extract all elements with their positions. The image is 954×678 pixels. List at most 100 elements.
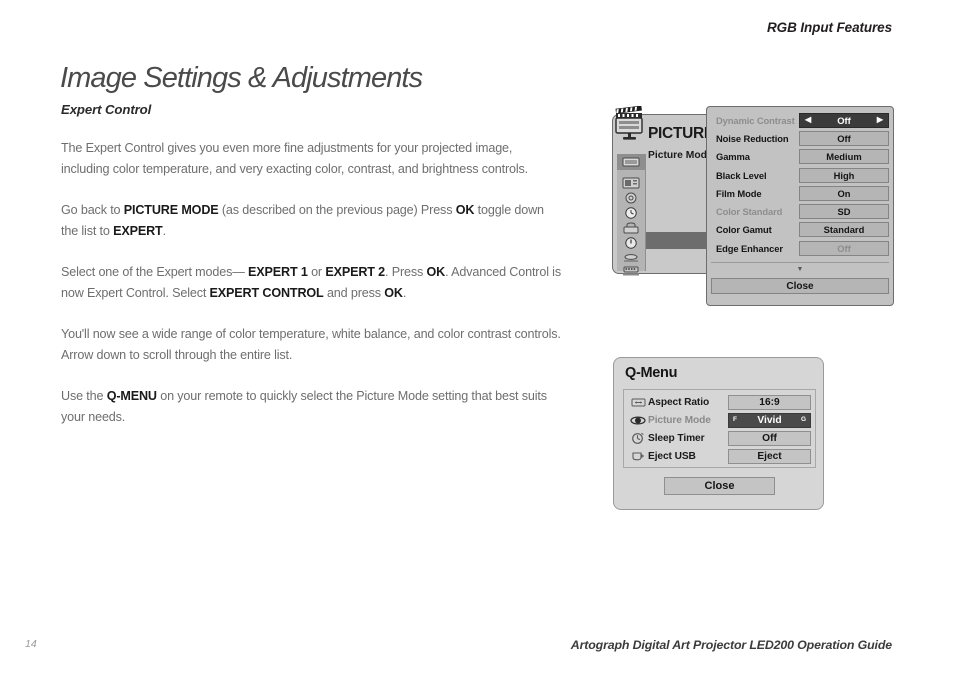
p3-text-f: and press bbox=[323, 285, 385, 300]
p3-text-a: Select one of the Expert modes— bbox=[61, 265, 249, 279]
osd-row-label: Color Gamut bbox=[716, 224, 772, 236]
lock-setup-icon[interactable] bbox=[622, 221, 642, 234]
eye-picture-mode-icon bbox=[628, 414, 648, 426]
osd-row-value[interactable]: Medium bbox=[799, 149, 889, 165]
p3-text-c: or bbox=[307, 265, 326, 279]
osd-category-rail[interactable] bbox=[617, 154, 646, 276]
osd-row[interactable]: Color Standard SD bbox=[711, 202, 889, 220]
osd-row-value[interactable]: Off bbox=[799, 130, 889, 146]
paragraph-1: The Expert Control gives you even more f… bbox=[61, 138, 561, 179]
qmenu-row-value-text: Off bbox=[762, 432, 777, 444]
qmenu-rows: Aspect Ratio 16:9 Picture Mode F G Vivid Sleep… bbox=[623, 389, 816, 468]
p3-text-d: . Press bbox=[385, 265, 427, 279]
qmenu-row-value[interactable]: 16:9 bbox=[728, 394, 811, 410]
paragraph-1-text: The Expert Control gives you even more f… bbox=[61, 141, 529, 176]
osd-row-value[interactable]: SD bbox=[799, 204, 889, 220]
timer-icon[interactable] bbox=[622, 206, 642, 219]
qmenu-close-button[interactable]: Close bbox=[664, 477, 775, 495]
qmenu-row-label: Aspect Ratio bbox=[648, 396, 710, 408]
osd-row-value-text: High bbox=[833, 169, 855, 181]
paragraph-4: You'll now see a wide range of color tem… bbox=[61, 324, 561, 365]
qmenu-row[interactable]: Eject USB Eject bbox=[628, 448, 811, 466]
p2-bold-ok: OK bbox=[455, 203, 475, 217]
osd-row-label: Noise Reduction bbox=[716, 132, 789, 144]
qmenu-row-label: Eject USB bbox=[648, 451, 696, 463]
osd-row-value[interactable]: On bbox=[799, 185, 889, 201]
screen-audio-icon[interactable] bbox=[622, 176, 642, 189]
film-clapperboard-icon bbox=[615, 105, 645, 142]
aspect-ratio-icon bbox=[628, 396, 648, 408]
qmenu-row[interactable]: Aspect Ratio 16:9 bbox=[628, 393, 811, 411]
osd-row[interactable]: Gamma Medium bbox=[711, 148, 889, 166]
paragraph-5: Use the Q-MENU on your remote to quickly… bbox=[61, 386, 561, 427]
osd-row-label: Color Standard bbox=[716, 206, 783, 218]
p3-bold-expert-control: EXPERT CONTROL bbox=[209, 285, 324, 300]
rail-item-picture[interactable] bbox=[617, 154, 645, 170]
osd-row[interactable]: Film Mode On bbox=[711, 184, 889, 202]
qmenu-row-value-text: 16:9 bbox=[759, 396, 780, 408]
p3-bold-ok-2: OK bbox=[384, 285, 403, 300]
qmenu-row-value[interactable]: F G Vivid bbox=[728, 412, 811, 428]
paragraph-4-text: You'll now see a wide range of color tem… bbox=[61, 327, 561, 362]
osd-row-label: Black Level bbox=[716, 169, 767, 181]
footer-document-title: Artograph Digital Art Projector LED200 O… bbox=[570, 638, 892, 652]
chevron-left-icon[interactable]: ◀ bbox=[805, 116, 811, 124]
osd-row-value[interactable]: ◀ ▶ Off bbox=[799, 112, 889, 128]
p5-text-a: Use the bbox=[61, 389, 107, 403]
osd-row-value-text: Off bbox=[837, 114, 851, 126]
qmenu-row-label: Sleep Timer bbox=[648, 432, 705, 444]
osd-scroll-down-indicator[interactable]: ▼ bbox=[711, 262, 889, 276]
osd-close-button[interactable]: Close bbox=[711, 278, 889, 295]
section-heading: Expert Control bbox=[61, 102, 152, 117]
p2-bold-picture-mode: PICTURE MODE bbox=[123, 203, 219, 217]
osd-row-label: Dynamic Contrast bbox=[716, 114, 795, 126]
qmenu-panel[interactable]: Q-Menu Aspect Ratio 16:9 Picture Mode F G Viv… bbox=[613, 357, 824, 510]
osd-subitem-picture-mode[interactable]: Picture Mod bbox=[648, 150, 707, 161]
osd-row-value-text: Off bbox=[837, 242, 851, 254]
qmenu-row[interactable]: Sleep Timer Off bbox=[628, 429, 811, 447]
p3-bold-expert-1: EXPERT 1 bbox=[248, 265, 308, 279]
next-marker-icon[interactable]: G bbox=[801, 417, 806, 424]
qmenu-row-value-text: Vivid bbox=[757, 414, 782, 426]
qmenu-row-label: Picture Mode bbox=[648, 414, 711, 426]
osd-row-value-text: Off bbox=[837, 132, 851, 144]
osd-row-value-text: On bbox=[837, 187, 851, 199]
input-list-icon[interactable] bbox=[622, 264, 642, 276]
page-number: 14 bbox=[25, 638, 37, 650]
clock-circle-icon[interactable] bbox=[622, 191, 642, 204]
prev-marker-icon[interactable]: F bbox=[733, 417, 737, 424]
running-head: RGB Input Features bbox=[767, 20, 892, 35]
p2-bold-expert: EXPERT bbox=[113, 223, 163, 238]
osd-row[interactable]: Color Gamut Standard bbox=[711, 221, 889, 239]
chevron-right-icon[interactable]: ▶ bbox=[877, 116, 883, 124]
osd-title: PICTURE bbox=[648, 125, 714, 142]
page-title: Image Settings & Adjustments bbox=[60, 62, 423, 95]
osd-row[interactable]: Black Level High bbox=[711, 166, 889, 184]
osd-row[interactable]: Edge Enhancer Off bbox=[711, 239, 889, 257]
osd-row-value[interactable]: Off bbox=[799, 240, 889, 256]
osd-settings-rows: Dynamic Contrast ◀ ▶ Off Noise Reduction Off G… bbox=[711, 111, 889, 257]
power-option-icon[interactable] bbox=[622, 236, 642, 249]
osd-row-value[interactable]: Standard bbox=[799, 222, 889, 238]
qmenu-row-value[interactable]: Off bbox=[728, 430, 811, 446]
p2-text-a: Go back to bbox=[61, 203, 124, 217]
osd-settings-panel[interactable]: Dynamic Contrast ◀ ▶ Off Noise Reduction Off G… bbox=[706, 106, 894, 306]
osd-picture-menu[interactable]: PICTURE Picture Mod Dynamic Contrast ◀ ▶ Of… bbox=[612, 105, 894, 306]
body-copy-column: Expert Control The Expert Control gives … bbox=[61, 102, 561, 448]
osd-row-value-text: SD bbox=[837, 206, 851, 218]
paragraph-2: Go back to PICTURE MODE (as described on… bbox=[61, 200, 561, 241]
osd-row[interactable]: Noise Reduction Off bbox=[711, 129, 889, 147]
p5-bold-q-menu: Q-MENU bbox=[106, 389, 157, 403]
qmenu-row[interactable]: Picture Mode F G Vivid bbox=[628, 411, 811, 429]
osd-row[interactable]: Dynamic Contrast ◀ ▶ Off bbox=[711, 111, 889, 129]
paragraph-3: Select one of the Expert modes— EXPERT 1… bbox=[61, 262, 561, 303]
usb-connection-icon[interactable] bbox=[622, 251, 642, 262]
qmenu-row-value-text: Eject bbox=[757, 451, 782, 463]
osd-row-label: Edge Enhancer bbox=[716, 242, 783, 254]
p2-text-e: . bbox=[162, 223, 167, 238]
osd-row-label: Film Mode bbox=[716, 187, 762, 199]
p3-text-g: . bbox=[402, 285, 407, 300]
sleep-timer-icon bbox=[628, 432, 648, 445]
qmenu-row-value[interactable]: Eject bbox=[728, 449, 811, 465]
osd-row-value[interactable]: High bbox=[799, 167, 889, 183]
